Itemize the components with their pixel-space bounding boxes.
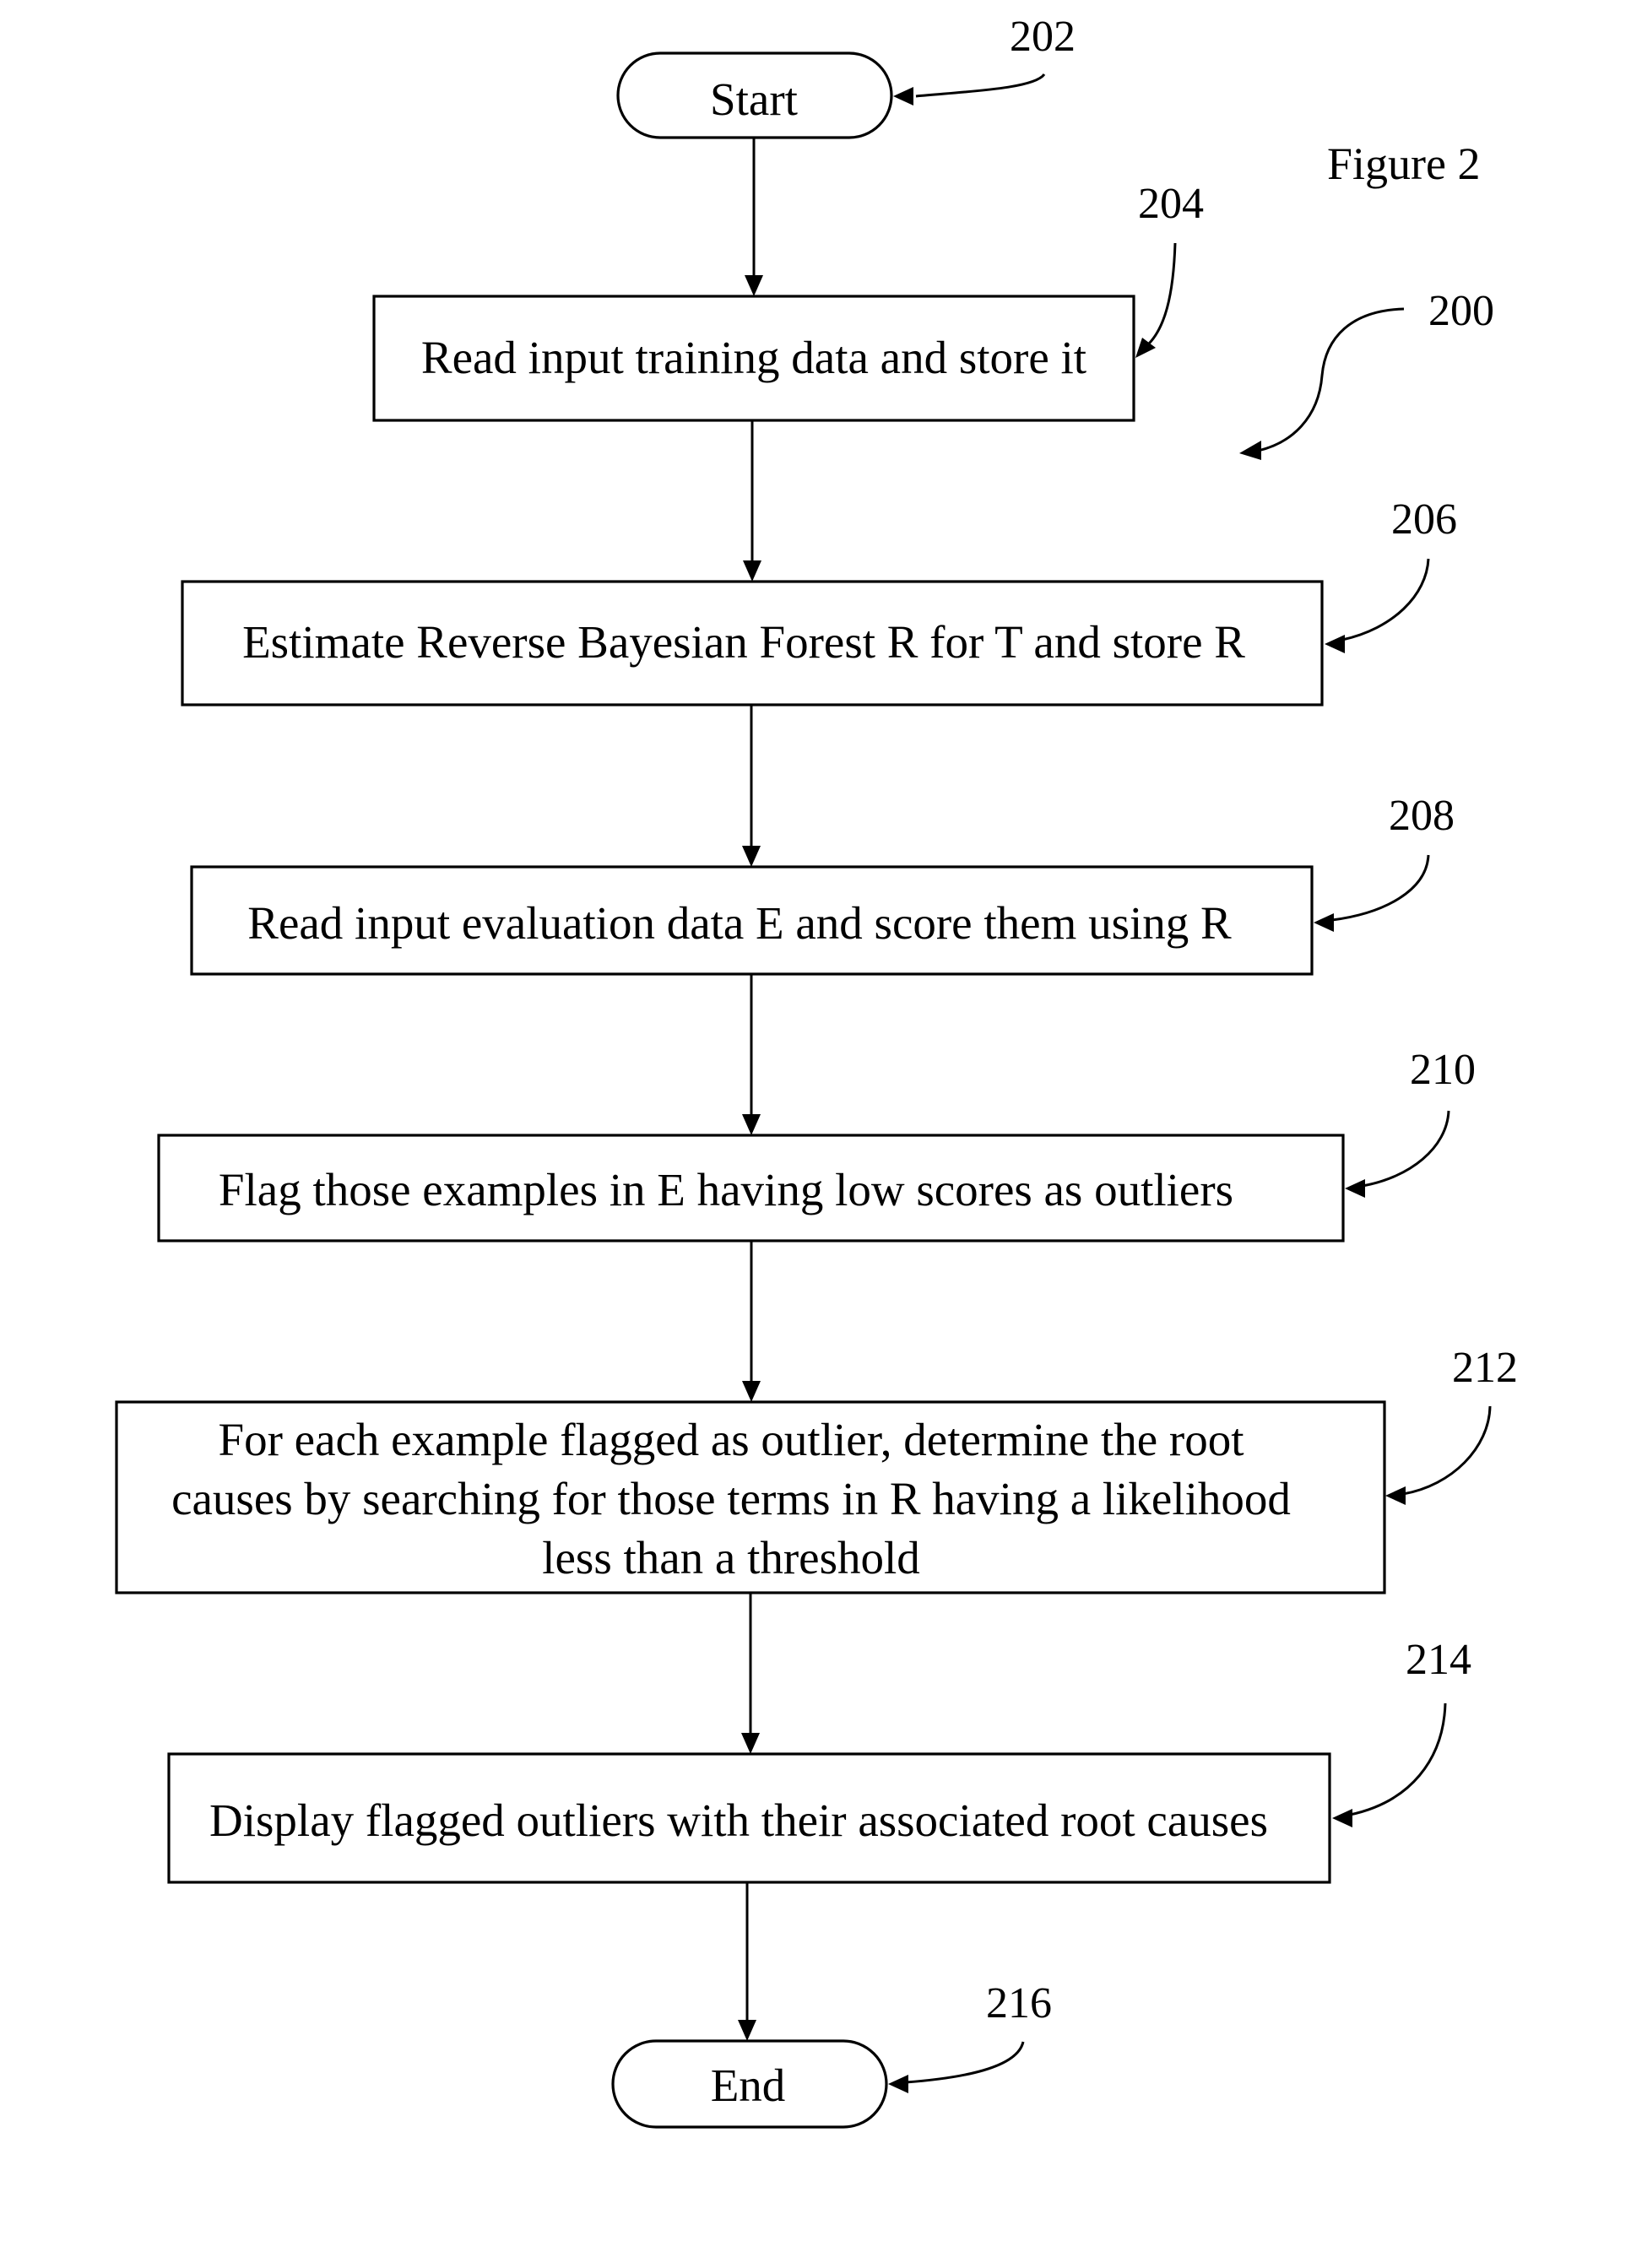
- figure-reference-arrowhead: [1239, 441, 1261, 460]
- connector-202-204: [745, 138, 763, 296]
- reference-number: 210: [1410, 1046, 1476, 1094]
- step-text-line: For each example flagged as outlier, det…: [219, 1414, 1244, 1465]
- reference-arrowhead: [893, 87, 913, 106]
- reference-number: 206: [1391, 495, 1457, 544]
- reference-206: 206: [1325, 495, 1457, 653]
- reference-number: 202: [1010, 13, 1076, 61]
- step-text-line: Read input training data and store it: [421, 332, 1086, 383]
- flowchart-figure: Start Read input training data and store …: [115, 13, 1518, 2129]
- reference-leader-line: [915, 73, 1046, 98]
- reference-214: 214: [1332, 1636, 1471, 1827]
- step-text-line: Display flagged outliers with their asso…: [209, 1794, 1268, 1846]
- step-text-line: Flag those examples in E having low scor…: [219, 1164, 1233, 1215]
- process-step-214: Display flagged outliers with their asso…: [167, 1752, 1331, 1884]
- reference-leader-line: [1402, 1405, 1492, 1496]
- connector-arrowhead: [742, 1381, 761, 1402]
- process-step-206: Estimate Reverse Bayesian Forest R for T…: [181, 580, 1324, 706]
- connector-arrowhead: [742, 1114, 761, 1135]
- connector-arrowhead: [745, 275, 763, 296]
- reference-leader-line: [1331, 854, 1430, 922]
- reference-arrowhead: [1325, 635, 1345, 653]
- terminal-node-216: End: [611, 2039, 888, 2129]
- reference-number: 212: [1452, 1344, 1518, 1392]
- connector-arrowhead: [738, 2020, 756, 2041]
- terminal-node-202: Start: [616, 51, 893, 139]
- figure-reference-number: 200: [1428, 287, 1494, 335]
- connector-arrowhead: [743, 560, 761, 582]
- reference-leader-line: [1362, 1110, 1450, 1188]
- reference-208: 208: [1314, 792, 1455, 932]
- reference-216: 216: [888, 1979, 1052, 2093]
- process-step-212: For each example flagged as outlier, det…: [115, 1400, 1386, 1594]
- reference-number: 204: [1138, 180, 1204, 228]
- connector-206-208: [742, 705, 761, 867]
- reference-202: 202: [893, 13, 1076, 106]
- step-text-line: Read input evaluation data E and score t…: [247, 897, 1232, 949]
- reference-arrowhead: [1385, 1486, 1406, 1505]
- process-step-204: Read input training data and store it: [372, 295, 1135, 422]
- connector-arrowhead: [742, 846, 761, 867]
- step-text-line: End: [711, 2060, 786, 2111]
- connector-212-214: [741, 1593, 760, 1754]
- reference-leader-line: [1349, 1702, 1447, 1816]
- connector-214-216: [738, 1882, 756, 2041]
- step-text-line: less than a threshold: [542, 1532, 920, 1583]
- reference-arrowhead: [1314, 913, 1334, 932]
- reference-number: 216: [986, 1979, 1052, 2027]
- reference-210: 210: [1345, 1046, 1476, 1198]
- process-step-208: Read input evaluation data E and score t…: [190, 865, 1314, 976]
- step-text-line: Estimate Reverse Bayesian Forest R for T…: [242, 616, 1245, 668]
- reference-number: 214: [1406, 1636, 1471, 1684]
- step-text-line: Start: [710, 73, 798, 125]
- reference-arrowhead: [1345, 1179, 1365, 1198]
- figure-reference-leader: [1257, 307, 1405, 452]
- reference-leader-line: [1145, 242, 1177, 348]
- reference-arrowhead: [1332, 1809, 1352, 1827]
- reference-leader-line: [905, 2041, 1025, 2084]
- step-text-line: causes by searching for those terms in R…: [171, 1473, 1291, 1524]
- reference-204: 204: [1135, 180, 1204, 358]
- reference-arrowhead: [888, 2075, 908, 2093]
- reference-leader-line: [1341, 558, 1430, 641]
- connector-210-212: [742, 1241, 761, 1402]
- reference-number: 208: [1389, 792, 1455, 840]
- process-step-210: Flag those examples in E having low scor…: [157, 1134, 1345, 1242]
- reference-212: 212: [1385, 1344, 1518, 1505]
- figure-title: Figure 2: [1327, 138, 1481, 189]
- connector-204-206: [743, 420, 761, 582]
- connector-208-210: [742, 974, 761, 1135]
- connector-arrowhead: [741, 1733, 760, 1754]
